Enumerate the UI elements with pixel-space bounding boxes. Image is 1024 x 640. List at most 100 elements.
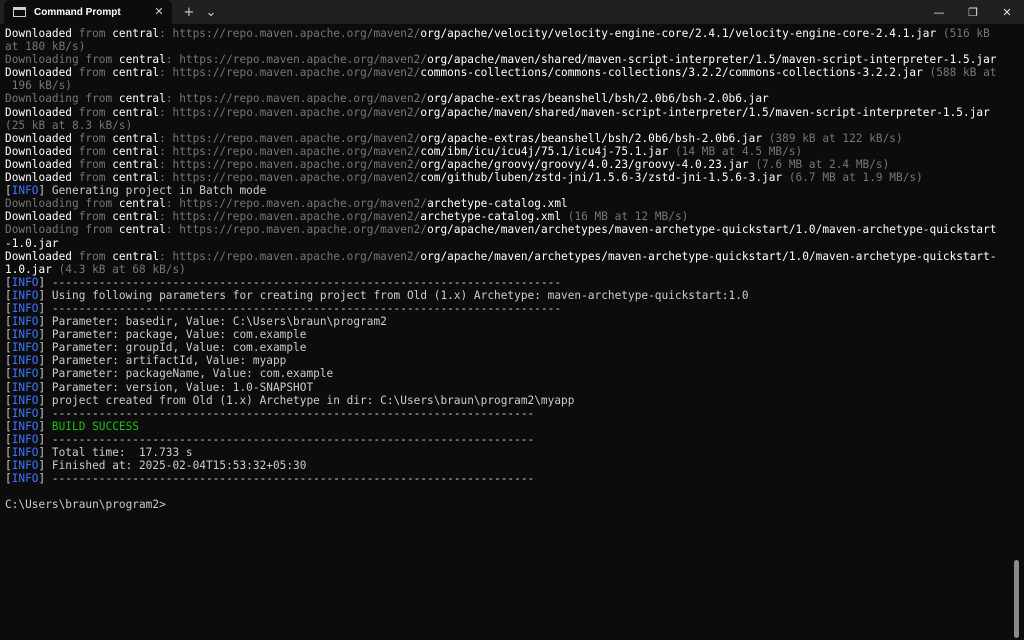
scrollbar-thumb[interactable] bbox=[1014, 560, 1019, 638]
console-text: ] Finished at: 2025-02-04T15:53:32+05:30 bbox=[38, 459, 307, 473]
console-text: central bbox=[112, 171, 160, 185]
console-text: [ bbox=[5, 406, 12, 420]
tab-dropdown-button[interactable]: ⌄ bbox=[200, 0, 222, 24]
console-text: org/apache-extras/beanshell/bsh/2.0b6/bs… bbox=[420, 131, 763, 145]
console-text: Downloaded bbox=[5, 144, 72, 158]
vertical-scrollbar[interactable] bbox=[1008, 24, 1024, 640]
info-tag: INFO bbox=[11, 380, 39, 394]
console-text: : https://repo.maven.apache.org/maven2/ bbox=[159, 144, 421, 158]
console-text: (516 kB bbox=[936, 27, 990, 40]
console-text: central bbox=[112, 249, 160, 263]
console-line: [INFO] Parameter: version, Value: 1.0-SN… bbox=[5, 381, 1008, 394]
console-text: [ bbox=[5, 315, 12, 329]
console-text: central bbox=[112, 144, 160, 158]
console-line: [INFO] ---------------------------------… bbox=[5, 407, 1008, 420]
close-window-button[interactable]: ✕ bbox=[990, 0, 1024, 24]
console-text: ] Parameter: version, Value: 1.0-SNAPSHO… bbox=[38, 380, 314, 394]
console-text: com/ibm/icu/icu4j/75.1/icu4j-75.1.jar bbox=[420, 144, 669, 158]
console-text: ] --------------------------------------… bbox=[38, 275, 562, 289]
console-text: from bbox=[78, 92, 119, 106]
console-line: Downloaded from central: https://repo.ma… bbox=[5, 158, 1008, 171]
console-line: (25 kB at 8.3 kB/s) bbox=[5, 119, 1008, 132]
console-text: ] Parameter: basedir, Value: C:\Users\br… bbox=[38, 315, 387, 329]
console-line: Downloaded from central: https://repo.ma… bbox=[5, 27, 1008, 40]
console-text: com/github/luben/zstd-jni/1.5.6-3/zstd-j… bbox=[420, 171, 783, 185]
console-text: [ bbox=[5, 288, 12, 302]
console-text: ] Parameter: groupId, Value: com.example bbox=[38, 341, 307, 355]
console-text: -1.0.jar bbox=[5, 236, 59, 250]
info-tag: INFO bbox=[11, 419, 39, 433]
console-text: ] --------------------------------------… bbox=[38, 301, 562, 315]
console-text: central bbox=[118, 197, 166, 211]
console-text: central bbox=[112, 210, 160, 224]
console-text: from bbox=[72, 105, 113, 119]
console-output[interactable]: Downloaded from central: https://repo.ma… bbox=[5, 27, 1008, 637]
info-tag: INFO bbox=[11, 432, 39, 446]
console-text: (16 MB at 12 MB/s) bbox=[561, 210, 689, 224]
console-text: : https://repo.maven.apache.org/maven2/ bbox=[159, 105, 421, 119]
console-text: commons-collections/commons-collections/… bbox=[420, 66, 923, 80]
info-tag: INFO bbox=[11, 406, 39, 420]
console-line: Downloaded from central: https://repo.ma… bbox=[5, 250, 1008, 263]
console-line: [INFO] Total time: 17.733 s bbox=[5, 446, 1008, 459]
console-text: from bbox=[72, 210, 113, 224]
console-text: [ bbox=[5, 184, 12, 198]
console-text: [ bbox=[5, 459, 12, 473]
console-text: [ bbox=[5, 367, 12, 381]
console-text: central bbox=[118, 92, 166, 106]
info-tag: INFO bbox=[11, 328, 39, 342]
console-text: at 180 kB/s) bbox=[5, 40, 86, 54]
console-line: [INFO] Parameter: package, Value: com.ex… bbox=[5, 328, 1008, 341]
console-text: Downloaded bbox=[5, 210, 72, 224]
console-text: Downloaded bbox=[5, 131, 72, 145]
info-tag: INFO bbox=[11, 184, 39, 198]
info-tag: INFO bbox=[11, 275, 39, 289]
info-tag: INFO bbox=[11, 446, 39, 459]
console-line: Downloaded from central: https://repo.ma… bbox=[5, 132, 1008, 145]
console-text: Downloaded bbox=[5, 27, 72, 40]
console-text: [ bbox=[5, 328, 12, 342]
console-text: Downloaded bbox=[5, 171, 72, 185]
console-line: [INFO] Finished at: 2025-02-04T15:53:32+… bbox=[5, 459, 1008, 472]
console-text: central bbox=[118, 53, 166, 67]
console-text: : https://repo.maven.apache.org/maven2/ bbox=[159, 27, 421, 40]
console-text: ] --------------------------------------… bbox=[38, 432, 535, 446]
maximize-button[interactable]: ❐ bbox=[956, 0, 990, 24]
console-text: (14 MB at 4.5 MB/s) bbox=[668, 144, 803, 158]
console-text: from bbox=[78, 197, 119, 211]
console-line: [INFO] Generating project in Batch mode bbox=[5, 184, 1008, 197]
console-text: Downloading bbox=[5, 223, 79, 237]
console-line: [INFO] Parameter: artifactId, Value: mya… bbox=[5, 354, 1008, 367]
console-text: [ bbox=[5, 301, 12, 315]
console-text: central bbox=[112, 27, 160, 40]
console-text: Downloading bbox=[5, 53, 79, 67]
console-line: 1.0.jar (4.3 kB at 68 kB/s) bbox=[5, 263, 1008, 276]
console-text: [ bbox=[5, 275, 12, 289]
console-text: ] Generating project in Batch mode bbox=[38, 184, 267, 198]
info-tag: INFO bbox=[11, 315, 39, 329]
console-line: [INFO] ---------------------------------… bbox=[5, 302, 1008, 315]
console-text: : https://repo.maven.apache.org/maven2/ bbox=[159, 157, 421, 171]
title-bar: Command Prompt ✕ + ⌄ — ❐ ✕ bbox=[0, 0, 1024, 24]
close-tab-icon[interactable]: ✕ bbox=[152, 5, 166, 19]
console-text: central bbox=[112, 66, 160, 80]
console-line: [INFO] ---------------------------------… bbox=[5, 433, 1008, 446]
new-tab-button[interactable]: + bbox=[178, 0, 200, 24]
console-text: (7.6 MB at 2.4 MB/s) bbox=[748, 157, 890, 171]
window-controls: — ❐ ✕ bbox=[922, 0, 1024, 24]
console-line: Downloading from central: https://repo.m… bbox=[5, 197, 1008, 210]
console-text: : https://repo.maven.apache.org/maven2/ bbox=[165, 92, 428, 106]
console-line: [INFO] Parameter: groupId, Value: com.ex… bbox=[5, 341, 1008, 354]
console-text: (6.7 MB at 1.9 MB/s) bbox=[782, 171, 923, 185]
console-text: : https://repo.maven.apache.org/maven2/ bbox=[159, 249, 421, 263]
console-text: ] --------------------------------------… bbox=[38, 472, 535, 486]
console-text: from bbox=[72, 66, 113, 80]
tab-command-prompt[interactable]: Command Prompt ✕ bbox=[4, 0, 172, 24]
minimize-button[interactable]: — bbox=[922, 0, 956, 24]
console-text: ] Parameter: package, Value: com.example bbox=[38, 328, 307, 342]
console-text: Downloaded bbox=[5, 66, 72, 80]
console-text: from bbox=[72, 27, 113, 40]
console-text: ] project created from Old (1.x) Archety… bbox=[38, 393, 575, 407]
info-tag: INFO bbox=[11, 393, 39, 407]
info-tag: INFO bbox=[11, 301, 39, 315]
